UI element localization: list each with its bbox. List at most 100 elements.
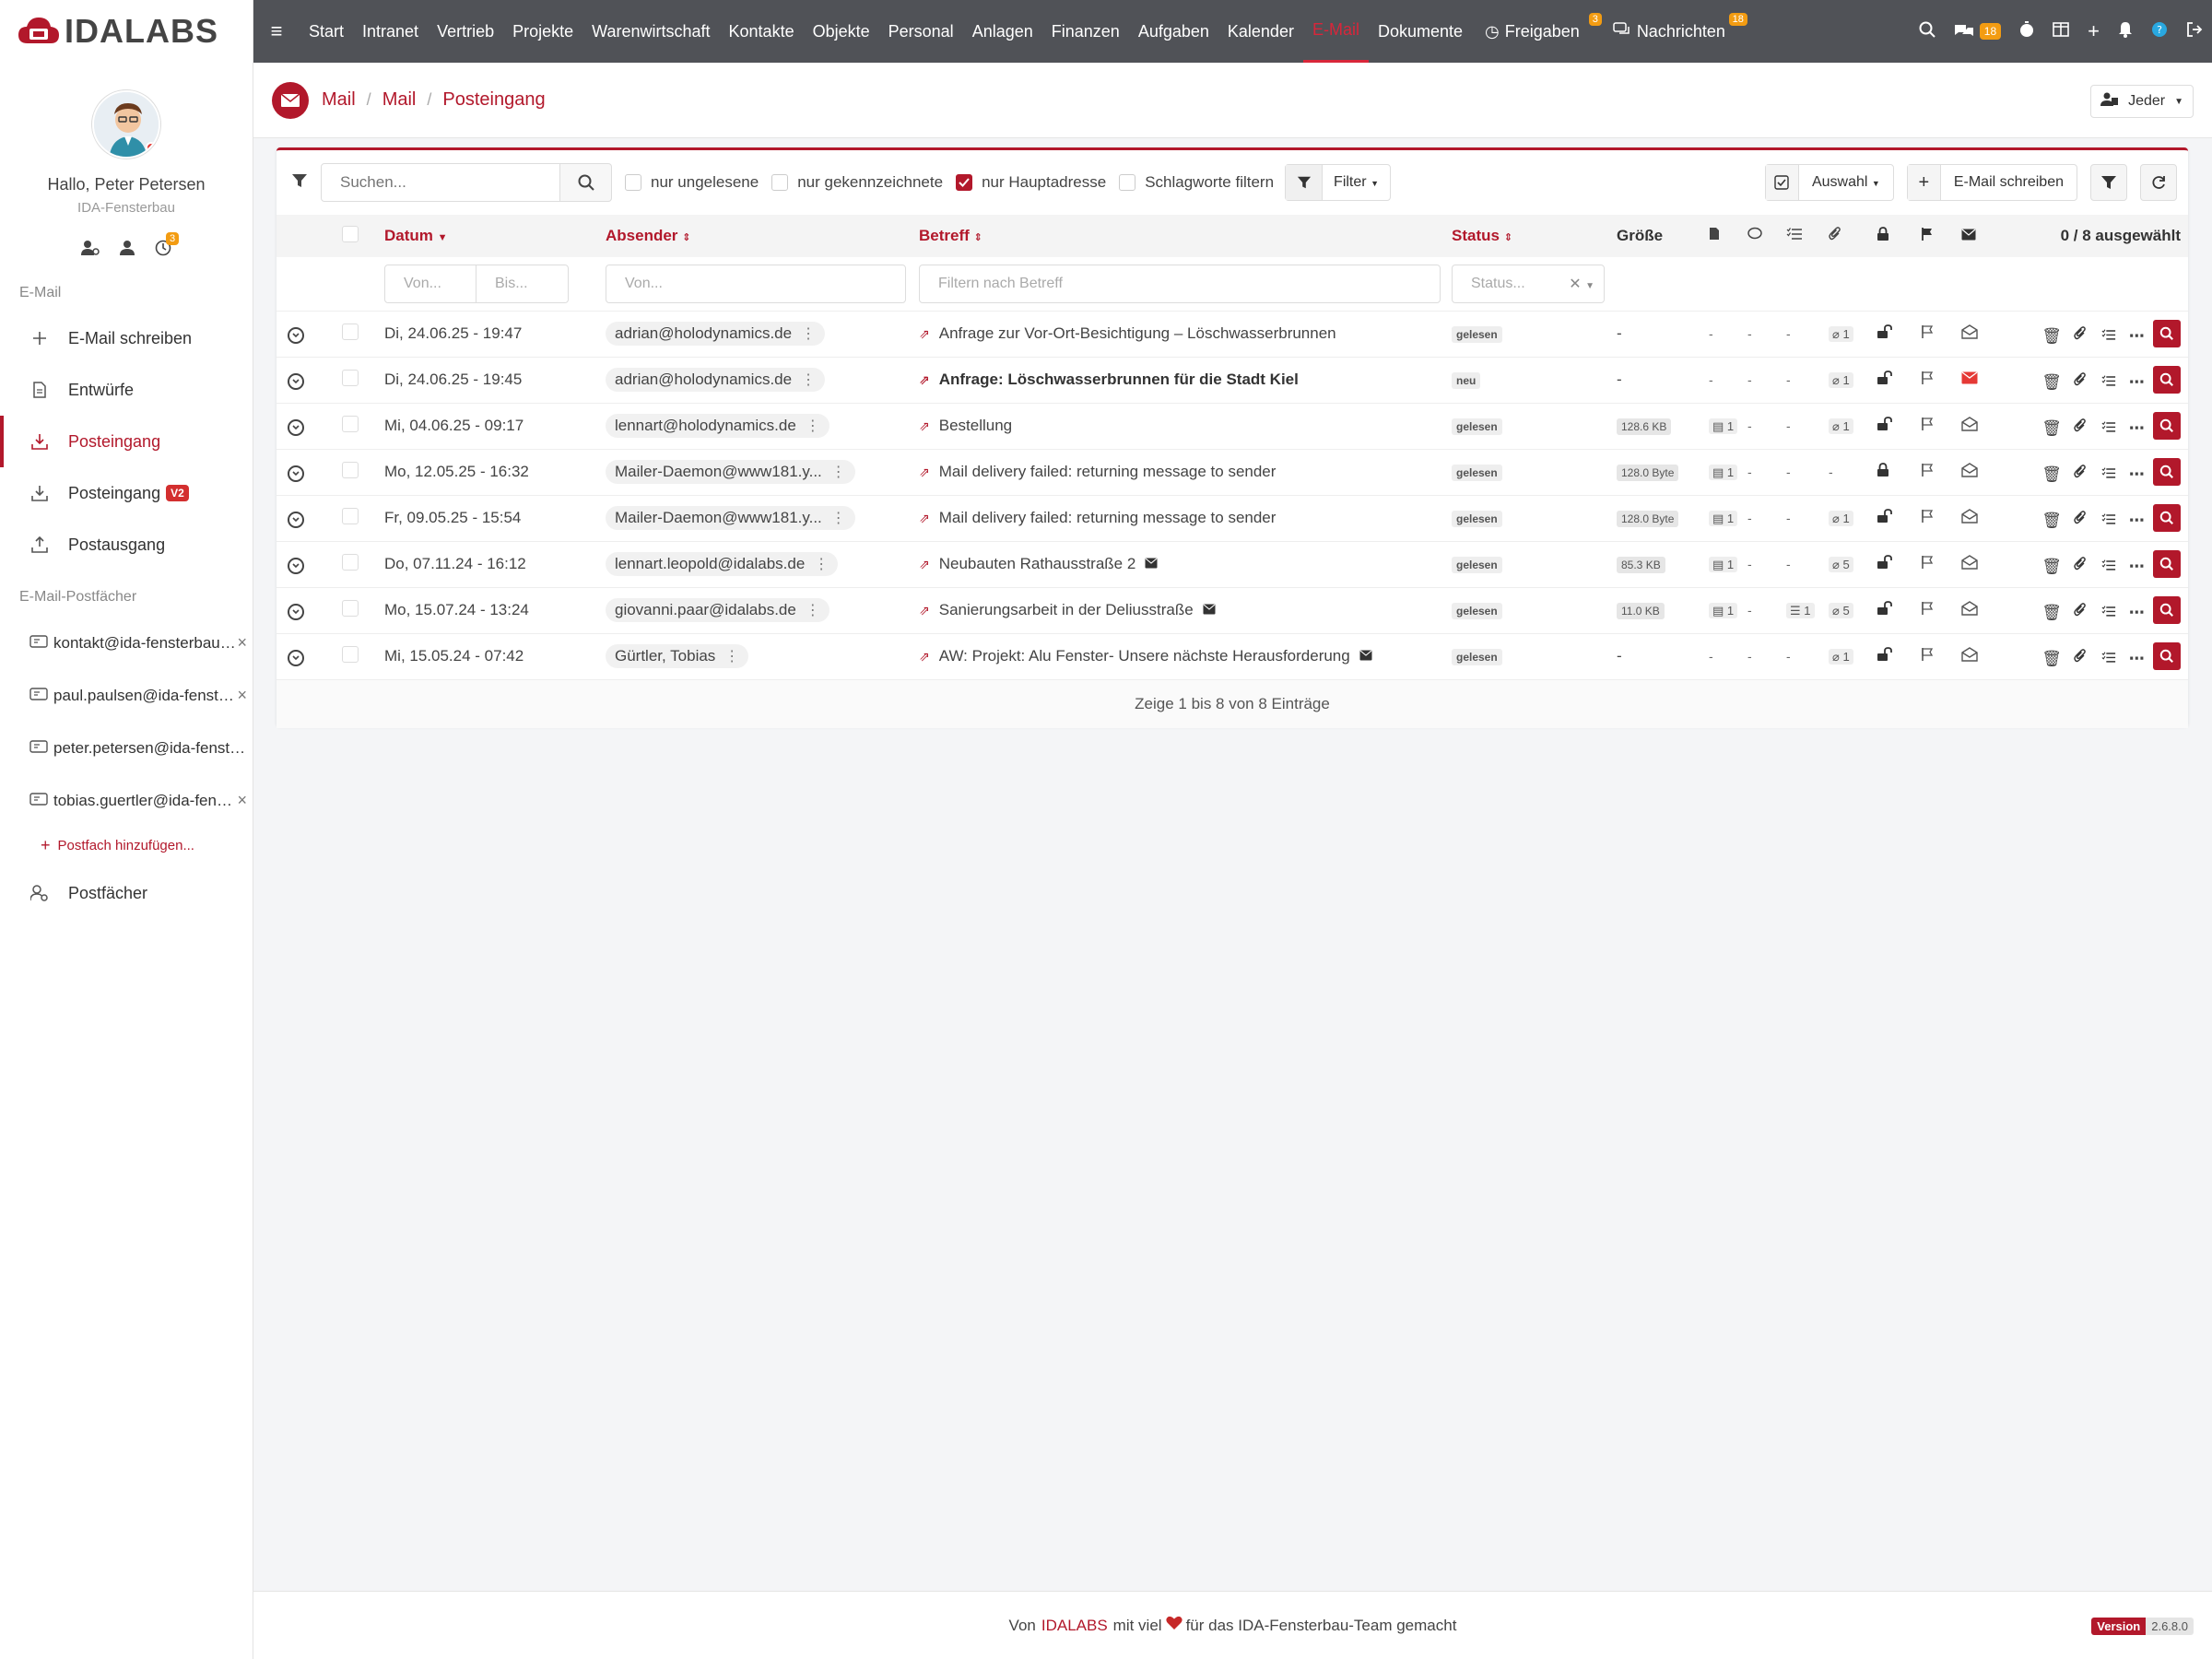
status-filter-select[interactable]: Status... ✕ ▼ [1452, 264, 1605, 303]
nav-nachrichten[interactable]: Nachrichten 18 [1604, 0, 1747, 63]
row-checkbox[interactable] [341, 645, 359, 663]
search-button[interactable] [560, 163, 612, 202]
more-vertical-icon[interactable]: ⋮ [801, 324, 816, 343]
filter-unread-checkbox[interactable]: nur ungelesene [625, 173, 759, 192]
row-checkbox[interactable] [341, 461, 359, 478]
sender-chip[interactable]: lennart@holodynamics.de ⋮ [606, 414, 830, 438]
filter-main-address-checkbox[interactable]: nur Hauptadresse [956, 173, 1106, 192]
sidebar-item-outbox[interactable]: Postausgang [0, 519, 253, 571]
envelope-open-icon[interactable] [1961, 600, 1978, 619]
sender-chip[interactable]: lennart.leopold@idalabs.de ⋮ [606, 552, 839, 576]
refresh-button[interactable] [2140, 164, 2177, 201]
nav-personal[interactable]: Personal [879, 0, 963, 63]
row-checkbox[interactable] [341, 599, 359, 617]
nav-projekte[interactable]: Projekte [503, 0, 582, 63]
table-row[interactable]: Mi, 15.05.24 - 07:42 Gürtler, Tobias ⋮ ⇗ A… [276, 633, 2188, 679]
zoom-preview-icon[interactable] [2153, 641, 2181, 670]
zoom-preview-icon[interactable] [2153, 457, 2181, 486]
trash-icon[interactable]: 🗑 [2040, 463, 2064, 487]
zoom-preview-icon[interactable] [2153, 411, 2181, 440]
search-icon[interactable] [1919, 21, 1936, 42]
bell-icon[interactable] [2118, 21, 2133, 42]
clear-icon[interactable]: ✕ [1569, 276, 1581, 292]
paperclip-icon[interactable] [2068, 414, 2092, 438]
more-horizontal-icon[interactable]: ⋯ [2124, 601, 2148, 625]
filter-dropdown-button[interactable]: Filter ▼ [1285, 164, 1391, 201]
flag-outline-icon[interactable] [1921, 509, 1934, 527]
selection-dropdown-button[interactable]: Auswahl ▼ [1764, 164, 1894, 201]
zoom-preview-icon[interactable] [2153, 549, 2181, 578]
row-checkbox[interactable] [341, 553, 359, 571]
more-horizontal-icon[interactable]: ⋯ [2124, 555, 2148, 579]
nav-finanzen[interactable]: Finanzen [1042, 0, 1129, 63]
task-list-icon[interactable] [2097, 415, 2121, 439]
user-icon[interactable] [120, 240, 135, 261]
checkbox-checked[interactable] [956, 174, 973, 191]
expand-row-icon[interactable] [288, 511, 304, 528]
lock-closed-icon[interactable] [1877, 462, 1889, 481]
trash-icon[interactable]: 🗑 [2040, 324, 2064, 348]
row-subject[interactable]: ⇗ Anfrage: Löschwasserbrunnen für die Sta… [919, 371, 1452, 389]
breadcrumb-item[interactable]: Mail [322, 89, 356, 111]
envelope-open-icon[interactable] [1961, 554, 1978, 573]
row-subject[interactable]: ⇗ Anfrage zur Vor-Ort-Besichtigung – Lösc… [919, 324, 1452, 343]
more-vertical-icon[interactable]: ⋮ [806, 601, 820, 619]
expand-row-icon[interactable] [288, 603, 304, 620]
more-horizontal-icon[interactable]: ⋯ [2124, 647, 2148, 671]
row-checkbox[interactable] [341, 323, 359, 340]
header-datum[interactable]: Datum ▼ [384, 215, 606, 257]
more-vertical-icon[interactable]: ⋮ [806, 417, 820, 435]
flag-outline-icon[interactable] [1921, 371, 1934, 389]
mailbox-item[interactable]: peter.petersen@ida-fensterbau.de [0, 722, 253, 774]
more-vertical-icon[interactable]: ⋮ [831, 509, 846, 527]
trash-icon[interactable]: 🗑 [2040, 647, 2064, 671]
lock-open-icon[interactable] [1877, 370, 1893, 389]
lock-open-icon[interactable] [1877, 600, 1893, 619]
envelope-open-icon[interactable] [1961, 646, 1978, 665]
nav-intranet[interactable]: Intranet [353, 0, 428, 63]
envelope-open-icon[interactable] [1961, 462, 1978, 481]
trash-icon[interactable]: 🗑 [2040, 509, 2064, 533]
more-vertical-icon[interactable]: ⋮ [801, 371, 816, 389]
select-all-checkbox[interactable] [341, 225, 359, 242]
date-to-input[interactable]: Bis... [477, 264, 569, 303]
more-horizontal-icon[interactable]: ⋯ [2124, 417, 2148, 441]
header-betreff[interactable]: Betreff ⇕ [919, 215, 1452, 257]
more-horizontal-icon[interactable]: ⋯ [2124, 371, 2148, 394]
task-list-icon[interactable] [2097, 645, 2121, 669]
more-horizontal-icon[interactable]: ⋯ [2124, 324, 2148, 348]
sidebar-item-inbox-v2[interactable]: Posteingang V2 [0, 467, 253, 519]
mailbox-item[interactable]: paul.paulsen@ida-fensterbau.de × [0, 669, 253, 722]
hamburger-menu-icon[interactable]: ≡ [253, 19, 300, 43]
layout-columns-icon[interactable] [2053, 21, 2069, 41]
history-icon[interactable]: 3 [155, 232, 180, 261]
search-input[interactable] [321, 163, 560, 202]
table-row[interactable]: Mo, 15.07.24 - 13:24 giovanni.paar@idala… [276, 587, 2188, 633]
expand-row-icon[interactable] [288, 557, 304, 574]
trash-icon[interactable]: 🗑 [2040, 555, 2064, 579]
flag-outline-icon[interactable] [1921, 463, 1934, 481]
paperclip-icon[interactable] [2068, 506, 2092, 530]
table-row[interactable]: Di, 24.06.25 - 19:45 adrian@holodynamics… [276, 357, 2188, 403]
nav-objekte[interactable]: Objekte [804, 0, 879, 63]
more-horizontal-icon[interactable]: ⋯ [2124, 463, 2148, 487]
task-list-icon[interactable] [2097, 323, 2121, 347]
more-vertical-icon[interactable]: ⋮ [814, 555, 829, 573]
sidebar-item-compose[interactable]: E-Mail schreiben [0, 312, 253, 364]
flag-outline-icon[interactable] [1921, 601, 1934, 619]
paperclip-icon[interactable] [2068, 552, 2092, 576]
nav-warenwirtschaft[interactable]: Warenwirtschaft [582, 0, 719, 63]
mailbox-item[interactable]: kontakt@ida-fensterbau.de × [0, 617, 253, 669]
envelope-open-icon[interactable] [1961, 416, 1978, 435]
paperclip-icon[interactable] [2068, 322, 2092, 346]
zoom-preview-icon[interactable] [2153, 595, 2181, 624]
table-row[interactable]: Di, 24.06.25 - 19:47 adrian@holodynamics… [276, 311, 2188, 357]
chat-bubbles-icon[interactable]: 18 [1954, 23, 2002, 40]
flag-outline-icon[interactable] [1921, 647, 1934, 665]
paperclip-icon[interactable] [2068, 598, 2092, 622]
lock-open-icon[interactable] [1877, 646, 1893, 665]
nav-kalender[interactable]: Kalender [1218, 0, 1303, 63]
row-checkbox[interactable] [341, 415, 359, 432]
stopwatch-icon[interactable] [2019, 20, 2034, 42]
nav-vertrieb[interactable]: Vertrieb [428, 0, 503, 63]
